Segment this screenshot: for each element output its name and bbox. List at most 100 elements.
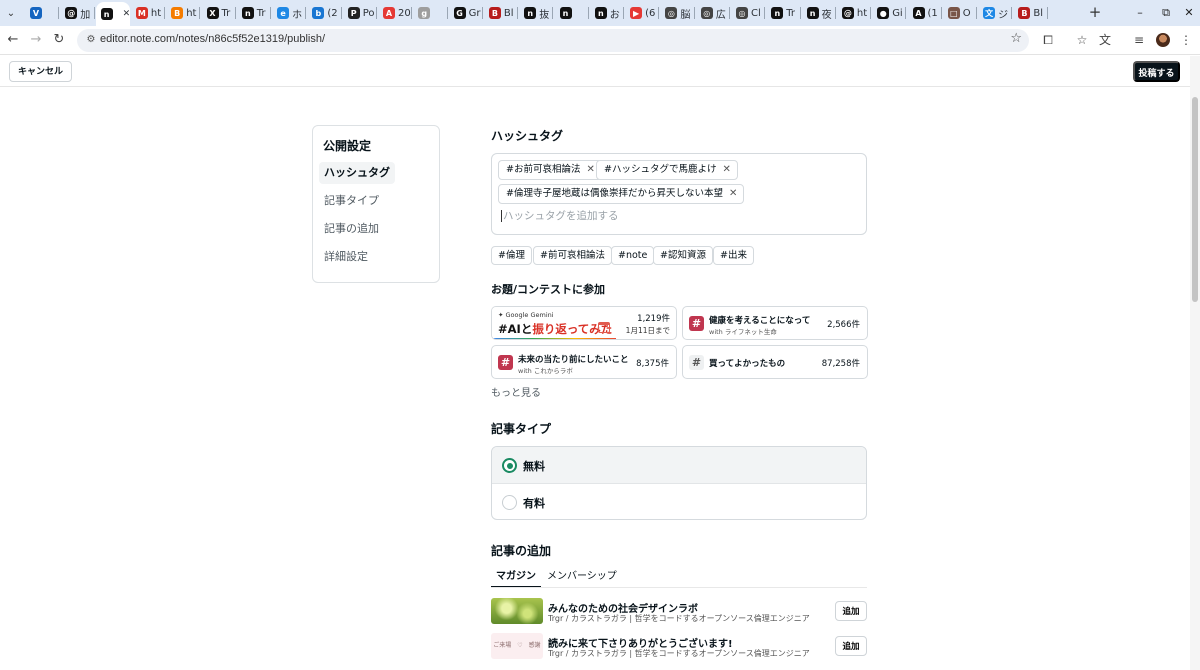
address-bar[interactable]: ⚙ editor.note.com/notes/n86c5f52e1319/pu… (77, 29, 1029, 52)
hashtag-icon: # (689, 355, 704, 370)
page-scrollbar-thumb[interactable] (1192, 97, 1198, 302)
browser-tab[interactable]: Mht (131, 4, 166, 22)
browser-tab-label: ht (186, 7, 197, 19)
reload-icon[interactable]: ↻ (51, 32, 67, 48)
add-to-magazine-button[interactable]: 追加 (835, 636, 867, 656)
article-type-paid-option[interactable]: 有料 (492, 484, 866, 519)
contest-sponsor: with これからラボ (518, 367, 573, 375)
nav-item-add-article[interactable]: 記事の追加 (319, 218, 384, 240)
browser-tab[interactable]: X Tr (202, 4, 236, 22)
tab-separator (905, 7, 907, 19)
tab-separator (234, 7, 236, 19)
browser-tab[interactable]: Bht (166, 4, 201, 22)
media-controls-icon[interactable]: ≡ (1131, 32, 1147, 48)
browser-tab[interactable]: n Tr (766, 4, 801, 22)
browser-tab[interactable]: ▶ (6 (625, 4, 660, 22)
browser-tab-label: Bl (1033, 7, 1044, 19)
suggested-hashtag[interactable]: #倫理 (491, 246, 532, 265)
restore-icon[interactable]: ⧉ (1158, 5, 1174, 21)
extensions-icon[interactable]: ⧠ (1040, 32, 1056, 48)
note-icon: n (241, 7, 254, 19)
publish-button[interactable]: 投稿する (1133, 61, 1180, 82)
browser-tab[interactable]: ◎ 脳 (660, 4, 695, 22)
browser-tab[interactable]: nお (590, 4, 625, 22)
browser-tab[interactable]: @ 加 (60, 4, 95, 22)
browser-tab-label: Tr (221, 7, 231, 19)
contest-card[interactable]: # 買ってよかったもの 87,258件 (682, 345, 868, 379)
radio-unselected-icon[interactable] (502, 495, 517, 510)
browser-tab[interactable]: g (413, 4, 448, 22)
minimize-icon[interactable]: – (1132, 5, 1148, 21)
browser-tab[interactable]: B Bl (1013, 4, 1048, 22)
openai-icon: ◎ (700, 7, 713, 19)
suggested-hashtag[interactable]: #前可哀相論法 (533, 246, 612, 265)
add-to-magazine-button[interactable]: 追加 (835, 601, 867, 621)
browser-tab[interactable]: eホ (272, 4, 307, 22)
browser-tab[interactable]: A 20 (378, 4, 413, 22)
contest-card-featured[interactable]: ✦ Google Gemini #AIと振り返ってみた 1,219件 1月11日… (491, 306, 677, 340)
translate-icon[interactable]: 文 (1097, 32, 1113, 48)
browser-tab[interactable]: n Tr (237, 4, 272, 22)
radio-selected-icon[interactable] (502, 458, 517, 473)
remove-hashtag-icon[interactable]: ✕ (722, 161, 730, 179)
bookmark-star-icon[interactable]: ☆ (1010, 31, 1022, 46)
browser-tab[interactable]: n抜 (519, 4, 554, 22)
browser-tab[interactable]: b (2 (307, 4, 342, 22)
hashtag-editor[interactable]: #お前可哀相論法 ✕ #ハッシュタグで馬鹿よけ ✕ #倫理寺子屋地蔵は偶像崇拝だ… (491, 153, 867, 235)
cancel-button[interactable]: キャンセル (9, 61, 73, 82)
browser-tab[interactable]: P Po (343, 4, 377, 22)
close-window-icon[interactable]: ✕ (1181, 5, 1197, 21)
contest-sponsor: with ライフネット生命 (709, 328, 777, 336)
tab-separator (58, 7, 60, 19)
browser-tab[interactable]: n (555, 4, 589, 22)
article-type-section-title: 記事タイプ (491, 422, 552, 436)
hashtag-input[interactable] (501, 210, 831, 222)
gmail-icon: M (135, 7, 148, 19)
browser-tab[interactable]: G Gr (449, 4, 483, 22)
browser-tab[interactable]: □ O (943, 4, 978, 22)
browser-tab-label: Tr (786, 7, 796, 19)
magazine-row: ご来場 ♡ 感謝 読みに来て下さりありがとうございます! Trgr / カラスト… (491, 633, 867, 661)
remove-hashtag-icon[interactable]: ✕ (586, 161, 594, 179)
bookmarks-icon[interactable]: ☆ (1074, 32, 1090, 48)
back-icon[interactable]: ← (5, 32, 21, 48)
article-type-free-option[interactable]: 無料 (492, 447, 866, 483)
browser-tab-label: 加 (80, 9, 91, 21)
browser-tab[interactable]: ◎ Cl (731, 4, 766, 22)
browser-menu-icon[interactable]: ⋮ (1178, 32, 1194, 48)
nav-item-advanced[interactable]: 詳細設定 (319, 246, 373, 268)
tab-separator (517, 7, 519, 19)
profile-avatar[interactable] (1156, 33, 1170, 47)
remove-hashtag-icon[interactable]: ✕ (729, 185, 737, 203)
new-tab-button[interactable]: + (1087, 4, 1103, 20)
tab-search-chevron-icon[interactable]: ⌄ (3, 5, 19, 21)
browser-tab[interactable]: ● Gi (872, 4, 907, 22)
suggested-hashtag[interactable]: #認知資源 (653, 246, 713, 265)
browser-tab[interactable]: B Bl (484, 4, 519, 22)
browser-tab[interactable]: A (1 (908, 4, 942, 22)
note-icon: n (100, 8, 113, 20)
nav-item-hashtag[interactable]: ハッシュタグ (319, 162, 395, 184)
site-info-icon[interactable]: ⚙ (84, 33, 98, 47)
editor-header: キャンセル 投稿する (0, 56, 1190, 87)
more-contests-link[interactable]: もっと見る (491, 384, 541, 399)
url-text[interactable]: editor.note.com/notes/n86c5f52e1319/publ… (100, 33, 325, 45)
browser-tab[interactable]: V (25, 4, 60, 22)
tab-separator (375, 7, 377, 19)
contest-card[interactable]: # 未来の当たり前にしたいこと with これからラボ 8,375件 (491, 345, 677, 379)
contest-card[interactable]: # 健康を考えることになって with ライフネット生命 2,566件 (682, 306, 868, 340)
forward-icon[interactable]: → (28, 32, 44, 48)
browser-tab[interactable]: @ ht (837, 4, 872, 22)
close-tab-icon[interactable]: ✕ (123, 9, 130, 19)
browser-tab[interactable]: 文ジ (978, 4, 1013, 22)
suggested-hashtag[interactable]: #note (611, 246, 655, 265)
tab-magazine[interactable]: マガジン (491, 568, 541, 588)
contest-section-title: お題/コンテストに参加 (491, 283, 606, 296)
browser-tab[interactable]: ◎ 広 (696, 4, 730, 22)
suggested-hashtag[interactable]: #出来 (713, 246, 754, 265)
nav-item-article-type[interactable]: 記事タイプ (319, 190, 384, 212)
browser-tab[interactable]: n ✕ (95, 2, 130, 26)
tab-membership[interactable]: メンバーシップ (542, 568, 622, 588)
browser-tab[interactable]: n夜 (802, 4, 836, 22)
tab-separator (270, 7, 272, 19)
